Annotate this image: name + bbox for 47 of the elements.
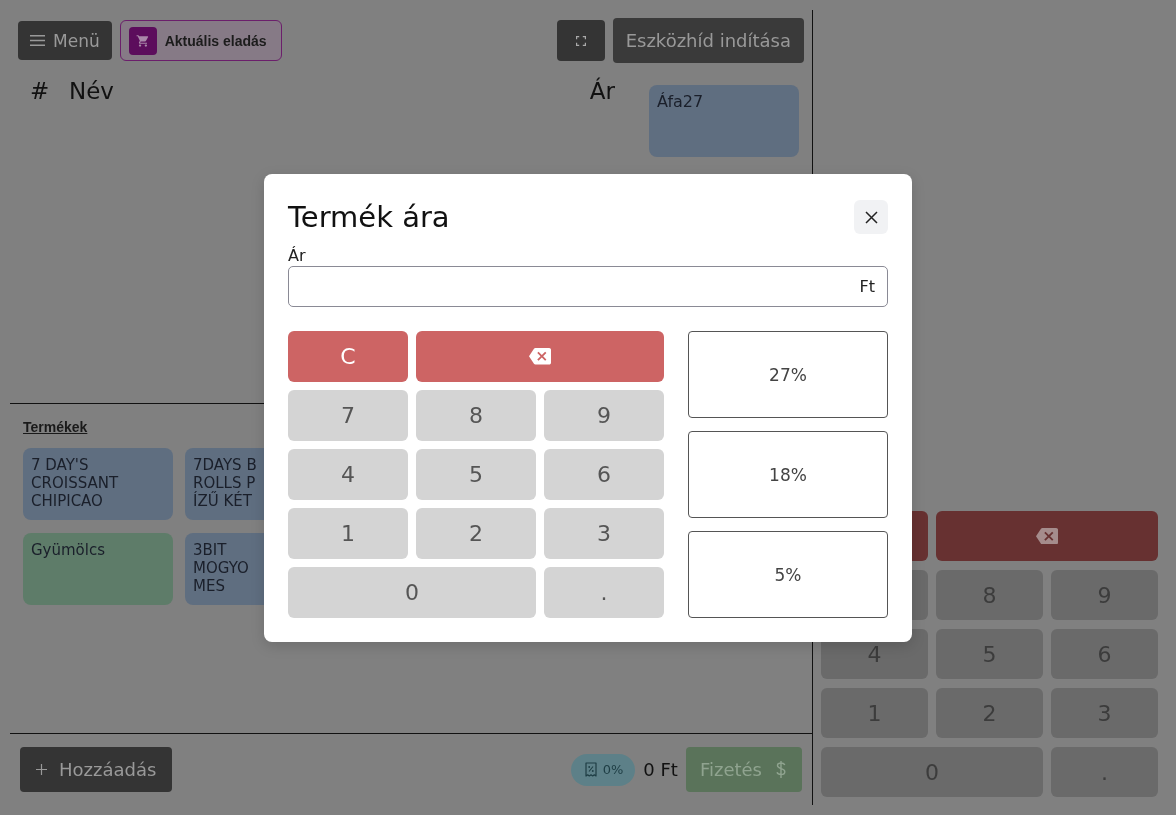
keypad-button[interactable]: 0 <box>288 567 536 618</box>
keypad-button[interactable]: 4 <box>288 449 408 500</box>
backspace-button[interactable] <box>936 511 1158 561</box>
keypad-button[interactable]: 1 <box>288 508 408 559</box>
keypad-button[interactable]: 8 <box>416 390 536 441</box>
vat-rate-button[interactable]: 27% <box>688 331 888 418</box>
plus-icon <box>36 764 47 775</box>
column-header: Ár <box>589 78 615 104</box>
field-label: Ár <box>288 246 306 266</box>
category-tile[interactable]: Áfa27 <box>649 85 799 157</box>
clear-button[interactable]: C <box>288 331 408 382</box>
close-button[interactable] <box>854 200 888 234</box>
keypad-button[interactable]: 7 <box>288 390 408 441</box>
total-amount: 0 Ft <box>643 759 678 780</box>
keypad-button[interactable]: 3 <box>544 508 664 559</box>
vat-rate-button[interactable]: 18% <box>688 431 888 518</box>
receipt-percent-icon <box>584 762 597 777</box>
section-title: Termékek <box>23 419 88 436</box>
add-button[interactable]: Hozzáadás <box>20 747 173 792</box>
product-tile[interactable]: 7 DAY'S CROISSANT CHIPICAO <box>23 448 173 520</box>
menu-icon <box>30 35 45 46</box>
column-header: Név <box>69 78 114 104</box>
column-header: # <box>30 78 51 104</box>
dollar-icon <box>776 761 786 778</box>
keypad-button[interactable]: 6 <box>544 449 664 500</box>
price-input[interactable]: Ft <box>288 266 888 307</box>
keypad-button[interactable]: 2 <box>416 508 536 559</box>
product-tile[interactable]: 3BIT MOGYO MES <box>185 533 264 605</box>
close-icon <box>864 210 878 224</box>
fullscreen-icon <box>575 35 586 46</box>
product-tile[interactable]: 7DAYS B ROLLS P ÍZŰ KÉT <box>185 448 264 520</box>
currency-suffix: Ft <box>859 277 875 296</box>
dialog-title: Termék ára <box>288 200 450 234</box>
keypad-button[interactable]: 9 <box>544 390 664 441</box>
current-sale-tab[interactable]: Aktuális eladás <box>119 20 282 61</box>
product-tile[interactable]: Gyümölcs <box>23 533 173 605</box>
backspace-button[interactable] <box>416 331 664 382</box>
device-bridge-button[interactable]: Eszközhíd indítása <box>612 18 804 63</box>
vat-badge: 0% <box>570 753 636 786</box>
menu-button[interactable]: Menü <box>18 21 112 60</box>
backspace-icon <box>1036 527 1058 545</box>
backspace-icon <box>529 348 551 365</box>
keypad-button[interactable]: . <box>544 567 664 618</box>
cart-icon <box>128 26 157 55</box>
fullscreen-button[interactable] <box>556 20 605 61</box>
vat-rate-button[interactable]: 5% <box>688 531 888 618</box>
keypad-button[interactable]: 5 <box>416 449 536 500</box>
